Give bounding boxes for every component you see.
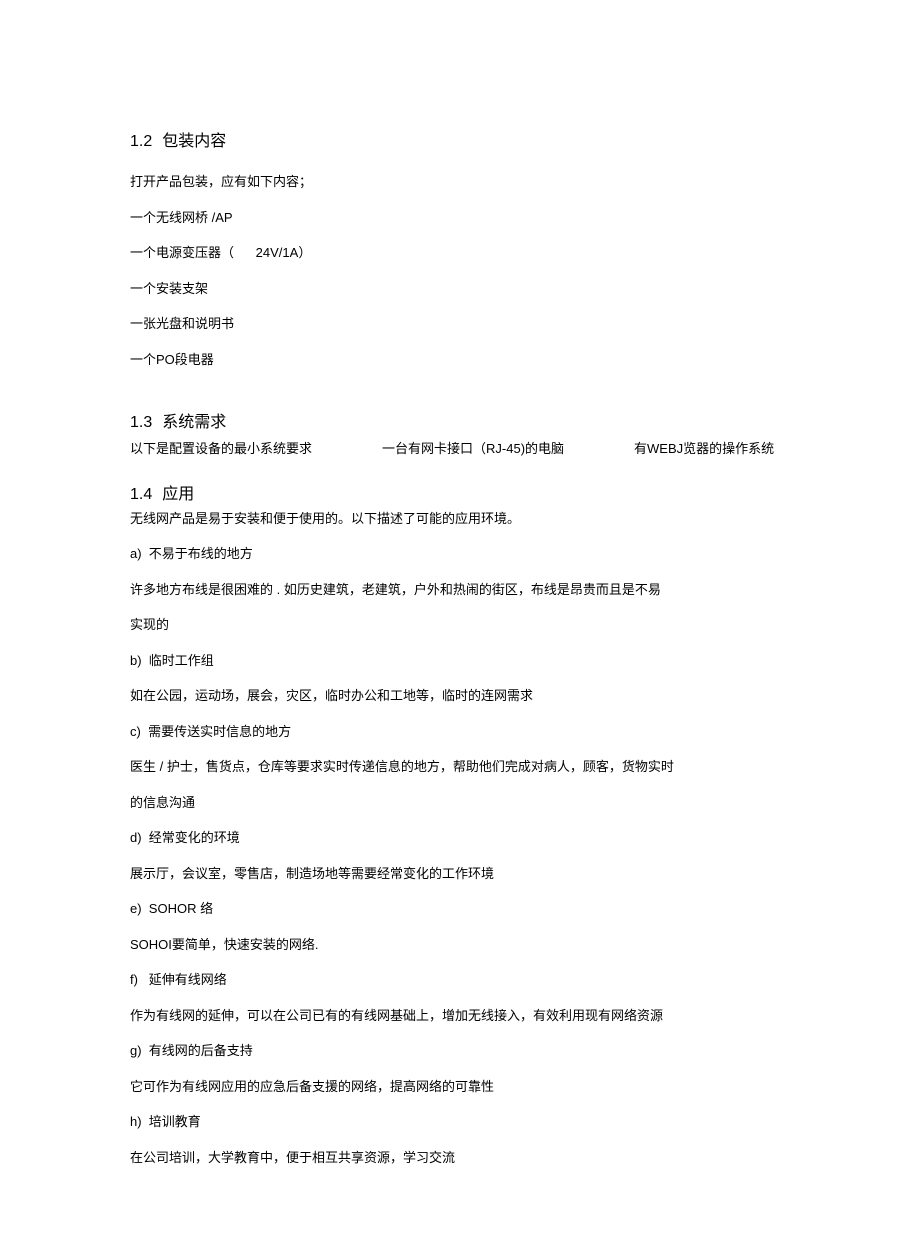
pkg-item-3: 一张光盘和说明书 [130,314,790,334]
item-a-body-0: 许多地方布线是很困难的 . 如历史建筑，老建筑，户外和热闹的街区，布线是昂贵而且… [130,580,790,600]
item-h-header: h) 培训教育 [130,1112,790,1132]
heading-1-2-number: 1.2 [130,133,152,150]
item-d-label: d) [130,830,142,845]
pkg-item-0: 一个无线网桥 /AP [130,208,790,228]
item-d-body-0: 展示厅，会议室，零售店，制造场地等需要经常变化的工作环境 [130,864,790,884]
item-f-body-0: 作为有线网的延伸，可以在公司已有的有线网基础上，增加无线接入，有效利用现有网络资… [130,1006,790,1026]
item-c-body-0: 医生 / 护士，售货点，仓库等要求实时传递信息的地方，帮助他们完成对病人，顾客，… [130,757,790,777]
sys-req-c: 有WEBJ览器的操作系统 [634,441,774,456]
item-h-title: 培训教育 [149,1114,201,1129]
heading-1-3-title: 系统需求 [162,414,226,431]
item-d-header: d) 经常变化的环境 [130,828,790,848]
item-e-body-0: SOHOI要简单，快速安装的网络. [130,935,790,955]
sys-req-a: 以下是配置设备的最小系统要求 [130,441,312,456]
section-1-3: 1.3 系统需求 以下是配置设备的最小系统要求 一台有网卡接口（RJ-45)的电脑 有… [130,411,790,459]
heading-1-4-number: 1.4 [130,486,152,503]
item-g-header: g) 有线网的后备支持 [130,1041,790,1061]
item-b-label: b) [130,653,142,668]
pkg-item-2: 一个安装支架 [130,279,790,299]
item-a-body-1: 实现的 [130,615,790,635]
section-1-4: 1.4 应用 无线网产品是易于安装和便于使用的。以下描述了可能的应用环境。 a) … [130,483,790,1168]
item-f-header: f) 延伸有线网络 [130,970,790,990]
item-h-body-0: 在公司培训，大学教育中，便于相互共享资源，学习交流 [130,1148,790,1168]
section-1-2-intro: 打开产品包装，应有如下内容； [130,172,790,192]
item-f-label: f) [130,972,138,987]
pkg-item-4: 一个PO段电器 [130,350,790,370]
item-g-body-0: 它可作为有线网应用的应急后备支援的网络，提高网络的可靠性 [130,1077,790,1097]
item-e-title: SOHOR 络 [149,901,213,916]
item-b-title: 临时工作组 [149,653,214,668]
sys-req-b: 一台有网卡接口（RJ-45)的电脑 [382,441,564,456]
heading-1-4-title: 应用 [162,486,194,503]
item-g-title: 有线网的后备支持 [149,1043,253,1058]
item-g-label: g) [130,1043,142,1058]
item-a-header: a) 不易于布线的地方 [130,544,790,564]
heading-1-4: 1.4 应用 [130,483,790,507]
item-c-title: 需要传送实时信息的地方 [148,724,291,739]
item-c-label: c) [130,724,141,739]
item-f-title: 延伸有线网络 [149,972,227,987]
item-a-title: 不易于布线的地方 [149,546,253,561]
heading-1-3: 1.3 系统需求 [130,411,790,435]
pkg-item-1: 一个电源变压器（ 24V/1A） [130,243,790,263]
section-1-2: 1.2 包装内容 打开产品包装，应有如下内容； 一个无线网桥 /AP 一个电源变压… [130,130,790,369]
item-d-title: 经常变化的环境 [149,830,240,845]
item-c-header: c) 需要传送实时信息的地方 [130,722,790,742]
item-c-body-1: 的信息沟通 [130,793,790,813]
heading-1-3-number: 1.3 [130,414,152,431]
item-h-label: h) [130,1114,142,1129]
item-e-label: e) [130,901,142,916]
sys-req-line: 以下是配置设备的最小系统要求 一台有网卡接口（RJ-45)的电脑 有WEBJ览器的操… [130,439,790,459]
heading-1-2-title: 包装内容 [162,133,226,150]
item-b-body-0: 如在公园，运动场，展会，灾区，临时办公和工地等，临时的连网需求 [130,686,790,706]
item-b-header: b) 临时工作组 [130,651,790,671]
section-1-4-intro: 无线网产品是易于安装和便于使用的。以下描述了可能的应用环境。 [130,509,790,529]
item-e-header: e) SOHOR 络 [130,899,790,919]
heading-1-2: 1.2 包装内容 [130,130,790,154]
item-a-label: a) [130,546,142,561]
